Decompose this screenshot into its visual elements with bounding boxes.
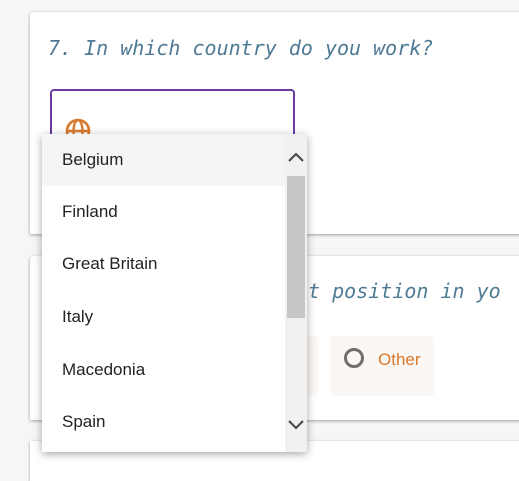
dropdown-option[interactable]: Italy <box>42 291 286 343</box>
radio-icon[interactable] <box>344 348 364 368</box>
question-title: nt position in yo <box>296 279 501 303</box>
chevron-up-icon[interactable] <box>285 146 307 168</box>
scrollbar-thumb[interactable] <box>287 176 305 318</box>
chevron-down-icon[interactable] <box>285 414 307 436</box>
option-label-other: Other <box>378 350 421 369</box>
dropdown-option[interactable]: Finland <box>42 186 286 238</box>
dropdown-scrollbar[interactable] <box>285 134 307 452</box>
country-dropdown-list[interactable]: Belgium Finland Great Britain Italy Mace… <box>42 134 307 452</box>
dropdown-option[interactable]: Belgium <box>42 134 286 186</box>
dropdown-option[interactable]: Great Britain <box>42 238 286 290</box>
question-title: 7. In which country do you work? <box>48 36 434 60</box>
dropdown-option[interactable]: Macedonia <box>42 344 286 396</box>
dropdown-option[interactable]: Spain <box>42 396 286 448</box>
answer-option-other[interactable]: Other <box>330 336 434 396</box>
